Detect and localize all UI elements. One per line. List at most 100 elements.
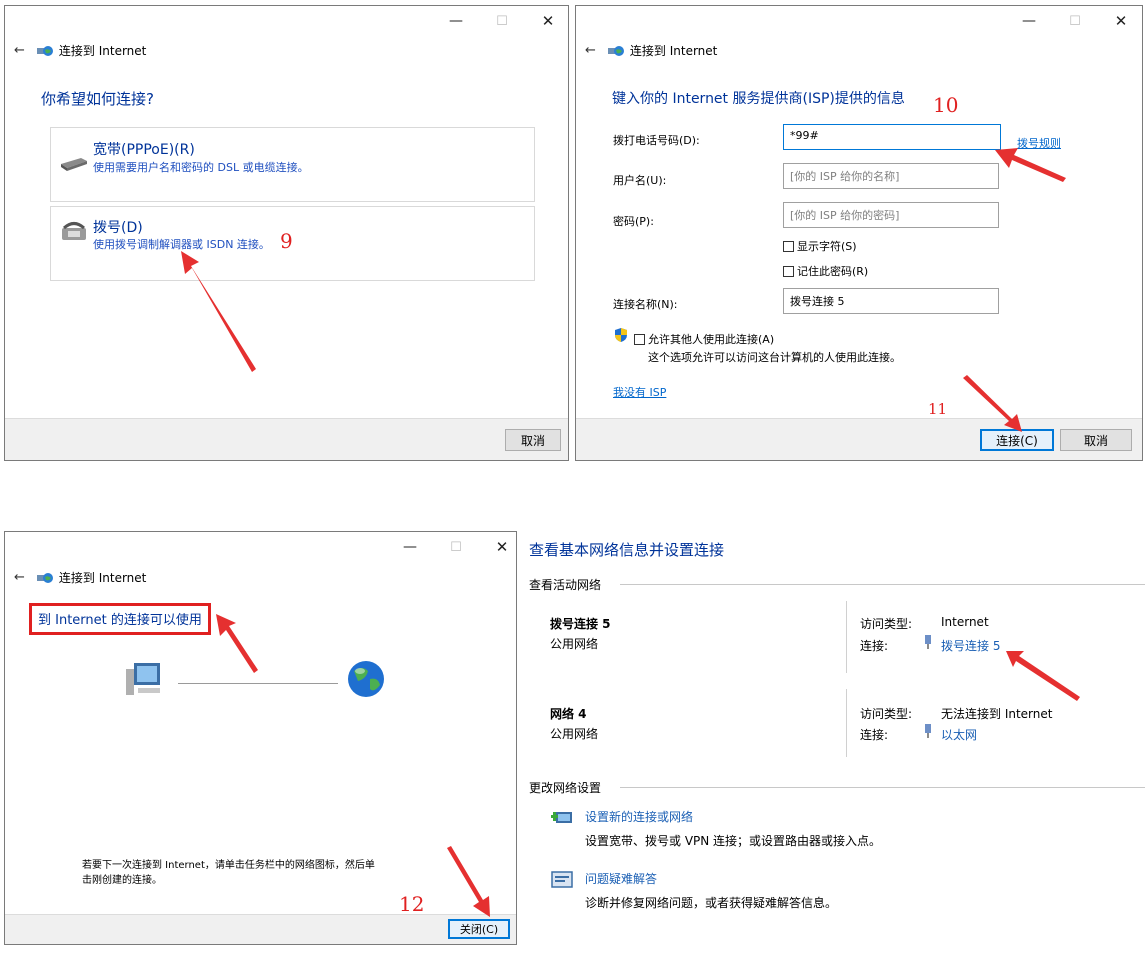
wizard-footer: 取消 [5, 418, 568, 460]
window-title: 连接到 Internet [58, 44, 147, 58]
window-title: 连接到 Internet [58, 571, 147, 585]
active-networks-header: 查看活动网络 [529, 578, 602, 592]
maximize-icon[interactable]: ☐ [433, 532, 479, 562]
wizard-footer: 关闭(C) [5, 914, 516, 944]
show-chars-checkbox[interactable]: 显示字符(S) [783, 238, 857, 254]
network-2-conn-label: 连接: [860, 728, 889, 742]
network-2-type: 公用网络 [550, 727, 599, 741]
dial-rules-link[interactable]: 拨号规则 [1017, 135, 1061, 151]
connect-button[interactable]: 连接(C) [980, 429, 1054, 451]
window-title: 连接到 Internet [629, 44, 718, 58]
checkbox-box [634, 333, 645, 345]
network-1-access-label: 访问类型: [860, 617, 913, 631]
back-arrow-icon[interactable]: ← [585, 43, 596, 58]
section-divider [620, 584, 1145, 585]
minimize-icon[interactable]: — [1006, 6, 1052, 36]
network-globe-icon [36, 572, 53, 583]
option-broadband-desc: 使用需要用户名和密码的 DSL 或电缆连接。 [93, 161, 309, 174]
allow-others-label: 允许其他人使用此连接(A) [648, 333, 775, 346]
allow-others-checkbox[interactable]: 允许其他人使用此连接(A) [634, 331, 774, 347]
phone-icon [62, 222, 86, 240]
change-settings-header: 更改网络设置 [529, 781, 602, 795]
page-heading: 键入你的 Internet 服务提供商(ISP)提供的信息 [612, 91, 905, 107]
network-1-access-value: Internet [941, 615, 989, 629]
task-new-connection-link[interactable]: 设置新的连接或网络 [585, 808, 693, 825]
network-1-divider [846, 601, 847, 673]
option-dialup-title: 拨号(D) [93, 220, 143, 236]
wizard-footer: 连接(C) 取消 [576, 418, 1142, 460]
step-number-11: 11 [928, 400, 948, 418]
password-label: 密码(P): [613, 215, 654, 228]
close-icon[interactable]: ✕ [1098, 6, 1142, 36]
modem-icon [61, 158, 87, 171]
network-1-conn-link[interactable]: 拨号连接 5 [941, 637, 1000, 654]
network-globe-icon [607, 45, 624, 56]
remember-password-label: 记住此密码(R) [797, 265, 869, 278]
phone-label: 拨打电话号码(D): [613, 134, 700, 147]
step-number-10: 10 [933, 93, 959, 117]
nav-bar: ← 连接到 Internet [14, 569, 146, 586]
hint-line-2: 击刚创建的连接。 [82, 875, 162, 886]
connection-line [178, 683, 338, 684]
password-input[interactable]: [你的 ISP 给你的密码] [783, 202, 999, 228]
network-center-title: 查看基本网络信息并设置连接 [529, 541, 725, 559]
network-1-type: 公用网络 [550, 637, 599, 651]
connect-wizard-window-2: — ☐ ✕ ← 连接到 Internet 键入你的 Internet 服务提供商… [575, 5, 1143, 461]
network-center-panel: 查看基本网络信息并设置连接 查看活动网络 拨号连接 5 公用网络 访问类型: I… [524, 531, 1145, 945]
nav-bar: ← 连接到 Internet [585, 42, 717, 59]
maximize-icon[interactable]: ☐ [1052, 6, 1098, 36]
allow-others-desc: 这个选项允许可以访问这台计算机的人使用此连接。 [648, 351, 901, 364]
back-arrow-icon[interactable]: ← [14, 570, 25, 585]
option-broadband-title: 宽带(PPPoE)(R) [93, 142, 195, 158]
network-globe-icon [36, 45, 53, 56]
back-arrow-icon[interactable]: ← [14, 43, 25, 58]
page-heading: 你希望如何连接? [41, 90, 154, 108]
phone-input[interactable]: *99# [783, 124, 1001, 150]
troubleshoot-icon [551, 871, 573, 888]
step-number-12: 12 [399, 892, 425, 916]
task-new-connection-desc: 设置宽带、拨号或 VPN 连接；或设置路由器或接入点。 [585, 834, 882, 848]
network-2-divider [846, 689, 847, 757]
connection-status-text: 到 Internet 的连接可以使用 [38, 613, 202, 628]
show-chars-label: 显示字符(S) [797, 240, 857, 253]
ethernet-connection-icon [925, 724, 931, 738]
close-button[interactable]: 关闭(C) [448, 919, 510, 939]
conn-name-input[interactable]: 拨号连接 5 [783, 288, 999, 314]
task-troubleshoot-link[interactable]: 问题疑难解答 [585, 870, 657, 887]
task-troubleshoot-desc: 诊断并修复网络问题，或者获得疑难解答信息。 [585, 896, 838, 910]
minimize-icon[interactable]: — [433, 6, 479, 36]
hint-line-1: 若要下一次连接到 Internet，请单击任务栏中的网络图标，然后单 [82, 860, 375, 871]
no-isp-link[interactable]: 我没有 ISP [613, 384, 666, 400]
option-dialup-desc: 使用拨号调制解调器或 ISDN 连接。 [93, 238, 270, 251]
checkbox-box [783, 265, 794, 277]
connect-wizard-window-3: — ☐ ✕ ← 连接到 Internet 到 Internet 的连接可以使用 … [4, 531, 517, 945]
network-2-name: 网络 4 [550, 707, 587, 721]
uac-shield-icon [615, 328, 627, 342]
dialup-connection-icon [925, 635, 931, 649]
close-icon[interactable]: ✕ [479, 532, 516, 562]
cancel-button[interactable]: 取消 [1060, 429, 1132, 451]
new-connection-icon [551, 812, 572, 823]
username-input[interactable]: [你的 ISP 给你的名称] [783, 163, 999, 189]
window-controls: — ☐ ✕ [433, 6, 568, 36]
network-2-access-value: 无法连接到 Internet [941, 707, 1053, 721]
network-2-access-label: 访问类型: [860, 707, 913, 721]
option-broadband[interactable]: 宽带(PPPoE)(R) 使用需要用户名和密码的 DSL 或电缆连接。 [50, 127, 535, 202]
internet-globe-icon [348, 661, 384, 697]
window-controls: — ☐ ✕ [1006, 6, 1142, 36]
cancel-button[interactable]: 取消 [505, 429, 561, 451]
close-icon[interactable]: ✕ [525, 6, 568, 36]
conn-name-label: 连接名称(N): [613, 298, 678, 311]
window-controls: — ☐ ✕ [387, 532, 516, 562]
section-divider [620, 787, 1145, 788]
network-2-conn-link[interactable]: 以太网 [941, 726, 977, 743]
connection-status-box: 到 Internet 的连接可以使用 [29, 603, 211, 635]
computer-icon [126, 663, 160, 695]
maximize-icon[interactable]: ☐ [479, 6, 525, 36]
nav-bar: ← 连接到 Internet [14, 42, 146, 59]
minimize-icon[interactable]: — [387, 532, 433, 562]
checkbox-box [783, 240, 794, 252]
step-number-9: 9 [280, 229, 293, 253]
connect-wizard-window-1: — ☐ ✕ ← 连接到 Internet 你希望如何连接? 宽带(PPPoE)(… [4, 5, 569, 461]
remember-password-checkbox[interactable]: 记住此密码(R) [783, 263, 868, 279]
